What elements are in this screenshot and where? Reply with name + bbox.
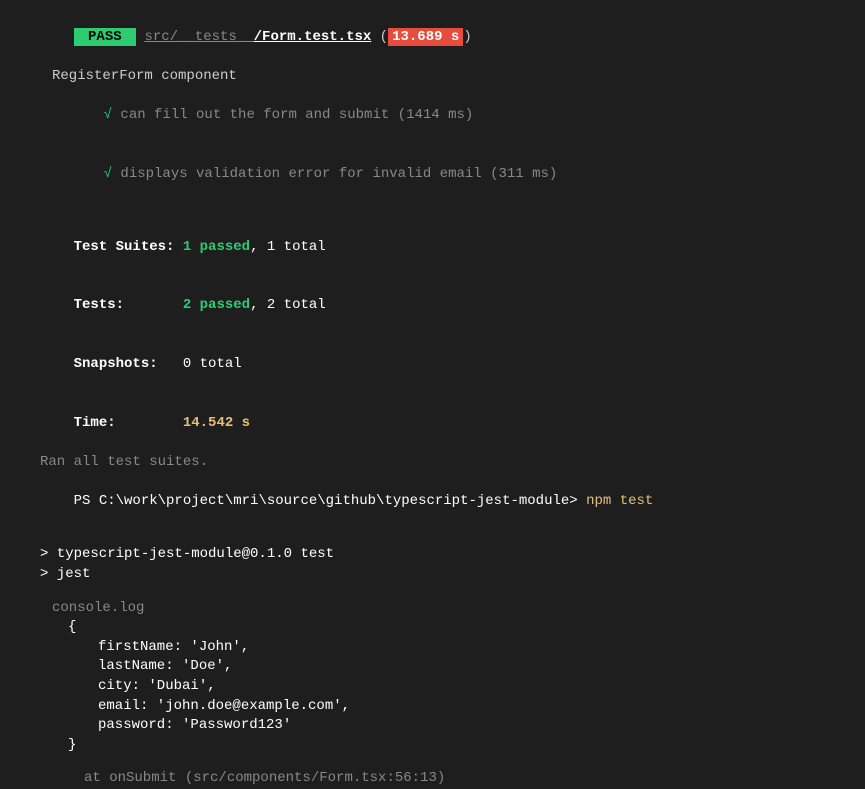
stack-trace-at: at onSubmit (src/components/Form.tsx:56:… <box>0 769 865 789</box>
test-path-file: /Form.test.tsx <box>254 29 372 45</box>
log-prop: lastName: 'Doe', <box>0 657 865 677</box>
summary-tests: Tests: 2 passed, 2 total <box>0 277 865 336</box>
test-result: √ can fill out the form and submit (1414… <box>0 86 865 145</box>
pass-badge: PASS <box>74 28 136 46</box>
npm-jest-line: > jest <box>0 565 865 585</box>
ran-all-suites: Ran all test suites. <box>0 453 865 473</box>
check-icon: √ <box>104 107 112 123</box>
test-duration: (1414 ms) <box>398 107 474 123</box>
prompt-command: npm test <box>586 493 653 509</box>
test-duration: (311 ms) <box>490 166 557 182</box>
suite-name: RegisterForm component <box>0 67 865 87</box>
log-prop: city: 'Dubai', <box>0 677 865 697</box>
summary-snapshots: Snapshots: 0 total <box>0 336 865 395</box>
shell-prompt[interactable]: PS C:\work\project\mri\source\github\typ… <box>0 473 865 532</box>
console-log-header: console.log <box>0 599 865 619</box>
terminal-output: PASS src/__tests__/Form.test.tsx (13.689… <box>0 8 865 789</box>
test-path-dir: src/__tests__ <box>144 29 253 45</box>
test-file-header: PASS src/__tests__/Form.test.tsx (13.689… <box>0 8 865 67</box>
npm-script-line: > typescript-jest-module@0.1.0 test <box>0 545 865 565</box>
duration-badge: 13.689 s <box>388 28 463 46</box>
summary-suites: Test Suites: 1 passed, 1 total <box>0 218 865 277</box>
check-icon: √ <box>104 166 112 182</box>
log-open-brace: { <box>0 618 865 638</box>
summary-time: Time: 14.542 s <box>0 394 865 453</box>
test-label: can fill out the form and submit <box>120 107 389 123</box>
log-prop: firstName: 'John', <box>0 638 865 658</box>
log-close-brace: } <box>0 736 865 756</box>
test-label: displays validation error for invalid em… <box>120 166 481 182</box>
test-result: √ displays validation error for invalid … <box>0 145 865 204</box>
prompt-path: PS C:\work\project\mri\source\github\typ… <box>74 493 586 509</box>
log-prop: email: 'john.doe@example.com', <box>0 697 865 717</box>
log-prop: password: 'Password123' <box>0 716 865 736</box>
